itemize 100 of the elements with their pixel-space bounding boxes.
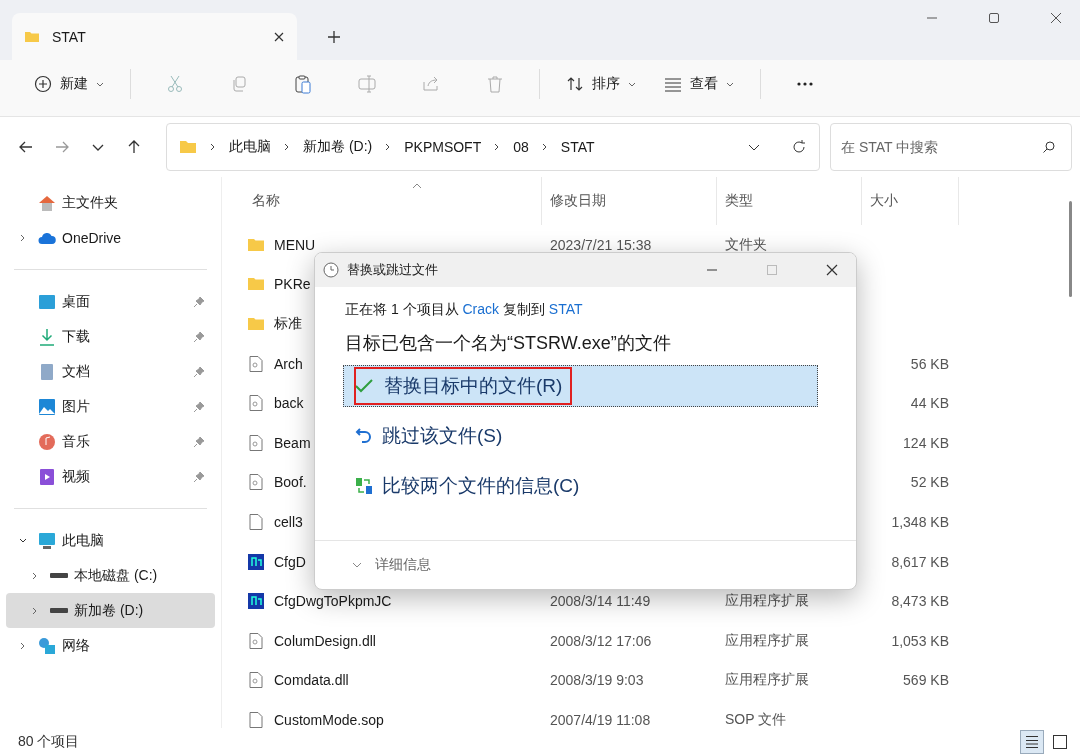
file-name: cell3	[274, 513, 303, 530]
chevron-icon[interactable]	[31, 571, 39, 580]
drive-icon	[50, 608, 68, 613]
destination-link[interactable]: STAT	[548, 301, 583, 317]
file-name: CfgD	[274, 553, 306, 570]
search-field[interactable]: 在 STAT 中搜索	[830, 123, 1072, 171]
sort-icon	[566, 75, 584, 93]
pin-icon[interactable]	[193, 470, 205, 483]
scrollbar[interactable]	[1069, 201, 1072, 297]
sidebar-item[interactable]: 文档	[6, 354, 215, 389]
download-icon	[38, 327, 56, 346]
date-cell: 2008/3/19 9:03	[550, 672, 644, 689]
folder-icon	[179, 138, 197, 156]
maximize-icon[interactable]	[988, 12, 1000, 24]
details-view-button[interactable]	[1020, 729, 1044, 754]
folder-tab[interactable]: STAT	[12, 13, 297, 60]
pin-icon[interactable]	[193, 365, 205, 378]
size-cell: 1,053 KB	[891, 632, 949, 649]
dialog-title: 替换或跳过文件	[347, 261, 438, 279]
sidebar-item[interactable]: 图片	[6, 389, 215, 424]
file-name: PKRe	[274, 276, 311, 293]
up-icon[interactable]	[126, 139, 142, 155]
desktop-icon	[38, 292, 56, 311]
gear-file-icon	[248, 355, 264, 372]
breadcrumb[interactable]: STAT	[560, 139, 595, 155]
close-icon[interactable]	[826, 264, 838, 276]
list-icon	[664, 75, 682, 93]
sidebar-item[interactable]: 桌面	[6, 284, 215, 319]
file-name: MENU	[274, 236, 316, 253]
chevron-icon[interactable]	[31, 606, 39, 615]
breadcrumb[interactable]: 新加卷 (D:)	[303, 138, 373, 156]
back-icon[interactable]	[18, 139, 34, 155]
sidebar-item[interactable]: 音乐	[6, 424, 215, 459]
sidebar-item[interactable]: 视频	[6, 459, 215, 494]
breadcrumb[interactable]: 此电脑	[229, 138, 271, 156]
pin-icon[interactable]	[193, 295, 205, 308]
caret-icon	[628, 82, 636, 86]
folder-icon	[248, 316, 264, 332]
square-icon	[1053, 734, 1067, 749]
expanded-chevron-icon[interactable]	[19, 536, 27, 545]
file-name: Arch	[274, 355, 303, 372]
app-icon	[248, 593, 264, 610]
refresh-icon[interactable]	[791, 139, 807, 155]
file-name: Comdata.dll	[274, 672, 349, 689]
column-header[interactable]: 名称	[240, 177, 542, 225]
breadcrumb[interactable]: PKPMSOFT	[404, 139, 482, 155]
copy-status-text: 正在将 1 个项目从 Crack 复制到 STAT	[345, 301, 584, 319]
breadcrumb[interactable]: 08	[513, 139, 529, 155]
sidebar-item[interactable]: OneDrive	[6, 220, 215, 255]
source-link[interactable]: Crack	[462, 301, 500, 317]
paste-icon[interactable]	[293, 74, 313, 94]
sidebar-item[interactable]: 新加卷 (D:)	[6, 593, 215, 628]
undo-arrow-icon	[354, 426, 374, 446]
option-button[interactable]: 跳过该文件(S)	[343, 415, 818, 457]
sort-button[interactable]: 排序	[556, 69, 646, 99]
chevron-icon[interactable]	[19, 641, 27, 650]
new-button[interactable]: 新建	[24, 69, 114, 99]
maximize-icon	[766, 264, 778, 276]
chevron-icon	[540, 143, 549, 151]
chevron-icon	[209, 143, 217, 151]
sidebar-item[interactable]: 此电脑	[6, 523, 215, 558]
pin-icon[interactable]	[193, 330, 205, 343]
type-cell: 文件夹	[725, 235, 767, 254]
conflict-message: 目标已包含一个名为“STSRW.exe”的文件	[345, 332, 672, 355]
list-icon	[1025, 734, 1039, 749]
option-button[interactable]: 比较两个文件的信息(C)	[343, 465, 818, 507]
file-name: CustomMode.sop	[274, 711, 384, 728]
type-cell: SOP 文件	[725, 710, 787, 729]
folder-icon	[248, 236, 264, 253]
sidebar-item[interactable]: 下载	[6, 319, 215, 354]
file-name: ColumDesign.dll	[274, 632, 376, 649]
sidebar-item[interactable]: 主文件夹	[6, 185, 215, 220]
gear-file-icon	[248, 474, 264, 491]
file-name: Beam	[274, 434, 311, 451]
document-icon	[38, 362, 56, 381]
chevron-icon[interactable]	[19, 233, 27, 242]
sidebar-item[interactable]: 网络	[6, 628, 215, 663]
sidebar-item[interactable]: 本地磁盘 (C:)	[6, 558, 215, 593]
caret-icon	[96, 82, 104, 86]
pin-icon[interactable]	[193, 400, 205, 413]
folder-icon	[248, 276, 264, 293]
date-cell: 2023/7/21 15:38	[550, 236, 652, 253]
add-icon	[34, 75, 52, 93]
column-header[interactable]: 大小	[862, 177, 959, 225]
address-bar[interactable]: 此电脑 新加卷 (D:) PKPMSOFT 08 STAT	[166, 123, 820, 171]
view-button[interactable]: 查看	[654, 69, 744, 99]
picture-icon	[38, 397, 56, 416]
close-icon[interactable]	[273, 30, 285, 43]
new-tab-icon[interactable]	[327, 30, 341, 44]
close-icon[interactable]	[1050, 12, 1062, 24]
pin-icon[interactable]	[193, 435, 205, 448]
forward-icon[interactable]	[54, 139, 70, 155]
column-header[interactable]: 修改日期	[542, 177, 717, 225]
option-button[interactable]: 替换目标中的文件(R)	[343, 365, 818, 407]
type-cell: 应用程序扩展	[725, 592, 809, 611]
size-cell: 124 KB	[903, 434, 949, 451]
details-toggle[interactable]: 详细信息	[375, 556, 431, 574]
column-header[interactable]: 类型	[717, 177, 862, 225]
file-name: CfgDwgToPkpmJC	[274, 593, 392, 610]
file-name: Boof.	[274, 474, 307, 491]
